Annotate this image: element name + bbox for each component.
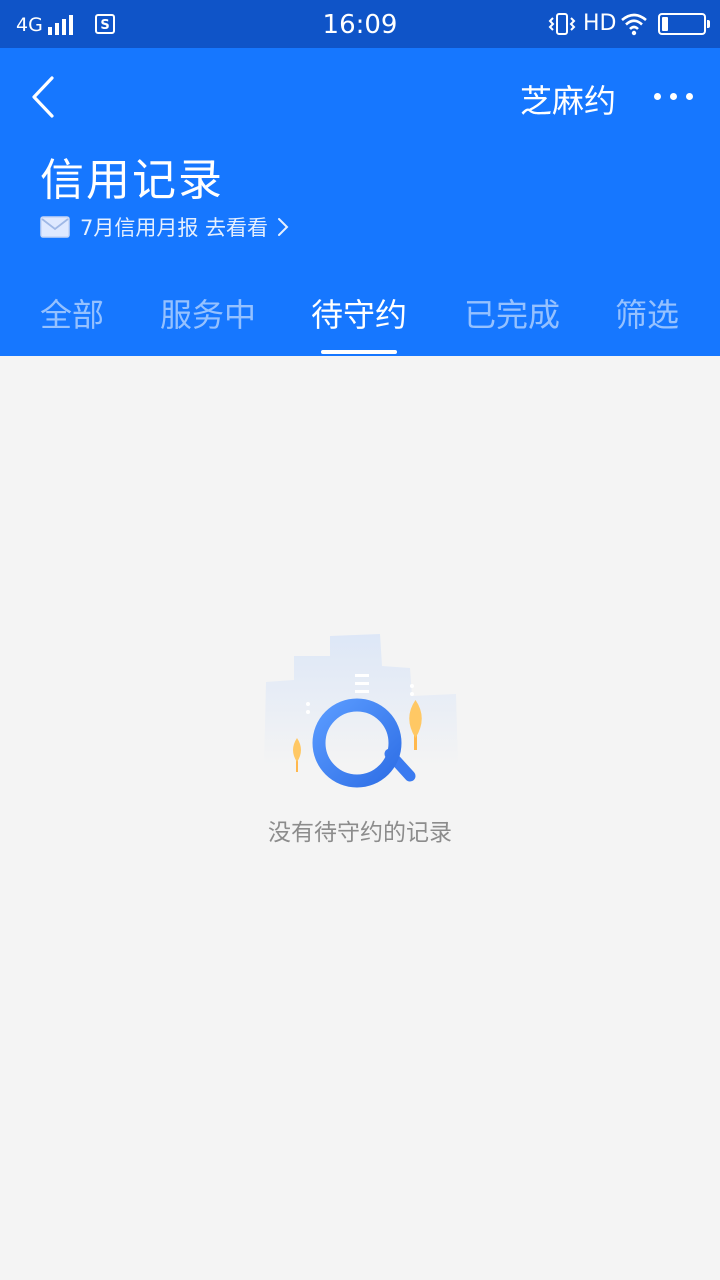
monthly-report-label: 7月信用月报 去看看 [80, 216, 269, 240]
chevron-right-icon [278, 218, 289, 236]
credit-records-screen: 4G S 16:09 HD 芝麻约 信用记录 7月信用月报 去看看 全部 服务中… [0, 0, 720, 1280]
tab-in-service[interactable]: 服务中 [160, 290, 256, 336]
hd-indicator: HD [583, 11, 617, 36]
status-tabs: 全部 服务中 待守约 已完成 筛选 [0, 286, 720, 356]
vibrate-icon [548, 13, 576, 35]
tab-pending[interactable]: 待守约 [311, 290, 407, 336]
page-title: 信用记录 [40, 155, 224, 206]
monthly-report-link[interactable]: 7月信用月报 去看看 [40, 212, 290, 242]
tab-completed[interactable]: 已完成 [464, 290, 560, 336]
envelope-icon [40, 216, 70, 238]
more-button[interactable] [650, 78, 698, 114]
empty-state-message: 没有待守约的记录 [268, 820, 452, 846]
chevron-left-icon [32, 76, 54, 118]
header: 芝麻约 信用记录 7月信用月报 去看看 全部 服务中 待守约 已完成 筛选 [0, 48, 720, 356]
battery-icon [658, 13, 710, 35]
active-tab-indicator [321, 350, 397, 354]
sesame-appointment-link[interactable]: 芝麻约 [520, 76, 616, 122]
tab-all[interactable]: 全部 [40, 290, 104, 336]
more-dots-icon [654, 93, 661, 100]
back-button[interactable] [22, 72, 66, 122]
tab-filter[interactable]: 筛选 [615, 290, 679, 336]
status-bar: 4G S 16:09 HD [0, 0, 720, 48]
wifi-icon [621, 13, 647, 36]
magnifier-city-illustration [264, 634, 458, 788]
